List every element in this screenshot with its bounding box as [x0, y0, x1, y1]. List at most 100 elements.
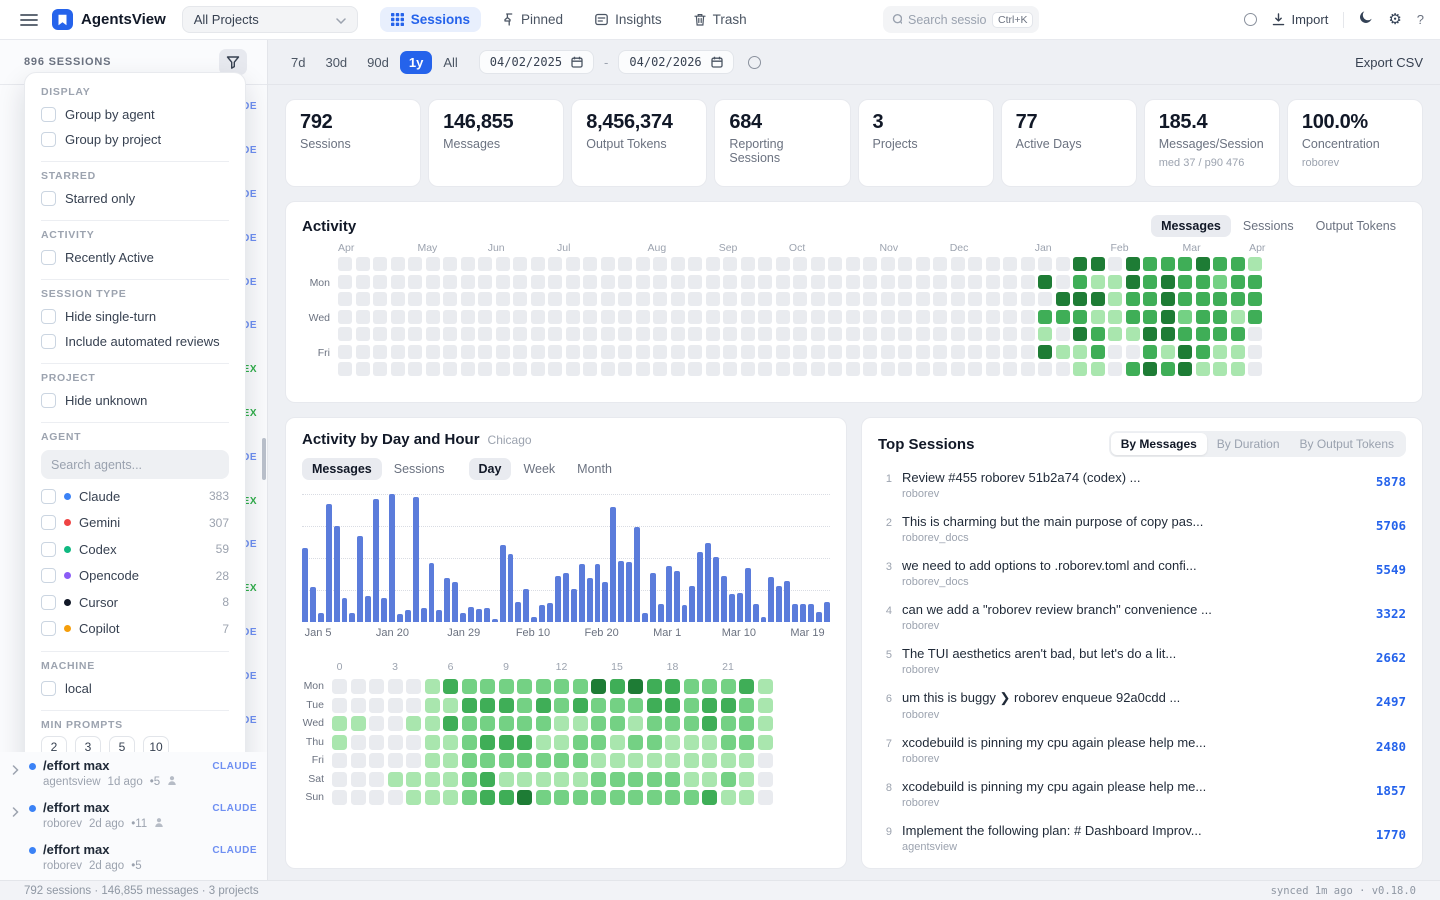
- top-session-row[interactable]: 6 um this is buggy ❯ roborev enqueue 92a…: [878, 682, 1406, 727]
- month-label: Apr: [338, 242, 354, 254]
- checkbox[interactable]: [41, 309, 56, 324]
- top-session-row[interactable]: 10 it seems like codex is struggling to …: [878, 859, 1406, 869]
- checkbox[interactable]: [41, 334, 56, 349]
- activity-day-cell: [1196, 275, 1210, 289]
- activity-day-cell: [1178, 275, 1192, 289]
- chevron-right-icon[interactable]: [12, 758, 22, 780]
- filter-checkbox-row[interactable]: Starred only: [41, 186, 229, 211]
- top-session-row[interactable]: 1 Review #455 roborev 51b2a74 (codex) ..…: [878, 462, 1406, 506]
- top-session-row[interactable]: 7 xcodebuild is pinning my cpu again ple…: [878, 727, 1406, 771]
- filter-checkbox-row[interactable]: Hide single-turn: [41, 304, 229, 329]
- session-list-item[interactable]: /effort max roborev 2d ago •5 CLAUDE: [0, 836, 267, 878]
- checkbox[interactable]: [41, 489, 56, 504]
- agent-filter-row[interactable]: Gemini 307: [41, 510, 229, 537]
- agent-search-input[interactable]: [41, 450, 229, 479]
- activity-day-cell: [1143, 345, 1157, 359]
- refresh-icon[interactable]: [748, 56, 761, 69]
- top-session-row[interactable]: 5 The TUI aesthetics aren't bad, but let…: [878, 638, 1406, 682]
- filter-checkbox-row[interactable]: Hide unknown: [41, 388, 229, 413]
- filter-checkbox-row[interactable]: Include automated reviews: [41, 329, 229, 354]
- activity-day-cell: [1196, 257, 1210, 271]
- range-button[interactable]: 7d: [282, 51, 314, 74]
- range-button[interactable]: 30d: [316, 51, 356, 74]
- section-divider: [41, 422, 229, 423]
- filter-checkbox-row[interactable]: local: [41, 676, 229, 701]
- checkbox[interactable]: [41, 250, 56, 265]
- activity-tab[interactable]: Messages: [1151, 215, 1231, 237]
- range-button[interactable]: 1y: [400, 51, 432, 74]
- settings-button[interactable]: ⚙: [1388, 12, 1401, 27]
- theme-toggle-button[interactable]: [1359, 10, 1373, 29]
- checkbox[interactable]: [41, 621, 56, 636]
- checkbox[interactable]: [41, 191, 56, 206]
- activity-day-cell: [461, 362, 475, 376]
- search-icon: [892, 13, 902, 26]
- export-csv-button[interactable]: Export CSV: [1355, 55, 1423, 70]
- agent-filter-row[interactable]: Copilot 7: [41, 616, 229, 643]
- top-sessions-tab[interactable]: By Messages: [1111, 433, 1207, 455]
- project-selector[interactable]: All Projects: [182, 6, 358, 33]
- checkbox[interactable]: [41, 568, 56, 583]
- granularity-tab[interactable]: Month: [567, 458, 622, 480]
- hour-cell: [721, 679, 736, 694]
- top-session-row[interactable]: 2 This is charming but the main purpose …: [878, 506, 1406, 550]
- top-session-row[interactable]: 8 xcodebuild is pinning my cpu again ple…: [878, 771, 1406, 815]
- agent-filter-row[interactable]: Claude 383: [41, 483, 229, 510]
- section-divider: [41, 363, 229, 364]
- import-button[interactable]: Import: [1272, 12, 1328, 27]
- range-button[interactable]: 90d: [358, 51, 398, 74]
- checkbox[interactable]: [41, 595, 56, 610]
- activity-day-cell: [653, 310, 667, 324]
- agent-filter-row[interactable]: Cursor 8: [41, 589, 229, 616]
- top-sessions-tab[interactable]: By Output Tokens: [1290, 433, 1405, 455]
- sidebar-scrollbar[interactable]: [262, 438, 266, 480]
- brand[interactable]: AgentsView: [52, 9, 166, 30]
- activity-day-cell: [671, 257, 685, 271]
- checkbox[interactable]: [41, 393, 56, 408]
- nav-tab[interactable]: Pinned: [491, 7, 574, 32]
- nav-tab[interactable]: Insights: [584, 7, 673, 32]
- nav-tab[interactable]: Trash: [683, 7, 758, 32]
- checkbox[interactable]: [41, 542, 56, 557]
- filter-checkbox-row[interactable]: Recently Active: [41, 245, 229, 270]
- activity-tab[interactable]: Sessions: [1233, 215, 1304, 237]
- date-input-to[interactable]: 04/02/2026: [618, 50, 733, 74]
- hour-cell: [702, 772, 717, 787]
- help-button[interactable]: ?: [1417, 12, 1424, 27]
- top-session-row[interactable]: 9 Implement the following plan: # Dashbo…: [878, 815, 1406, 859]
- session-list-item[interactable]: /effort max roborev 2d ago •11 CLAUDE: [0, 794, 267, 836]
- search-input[interactable]: [908, 13, 986, 27]
- chevron-right-icon[interactable]: [12, 800, 22, 822]
- search-box[interactable]: Ctrl+K: [883, 6, 1039, 33]
- top-sessions-tab[interactable]: By Duration: [1207, 433, 1290, 455]
- session-rank: 10: [878, 867, 892, 869]
- granularity-tab[interactable]: Week: [513, 458, 565, 480]
- filter-checkbox-row[interactable]: Group by agent: [41, 102, 229, 127]
- activity-day-cell: [461, 275, 475, 289]
- status-summary: 792 sessions · 146,855 messages · 3 proj…: [24, 885, 259, 897]
- top-session-row[interactable]: 3 we need to add options to .roborev.tom…: [878, 550, 1406, 594]
- session-count: •5: [150, 776, 160, 788]
- session-list-item[interactable]: /effort max agentsview 1d ago •5 CLAUDE: [0, 752, 267, 794]
- nav-tab[interactable]: Sessions: [380, 7, 481, 32]
- filter-checkbox-row[interactable]: Group by project: [41, 127, 229, 152]
- agent-filter-row[interactable]: Opencode 28: [41, 563, 229, 590]
- checkbox[interactable]: [41, 107, 56, 122]
- metric-tab[interactable]: Sessions: [384, 458, 455, 480]
- date-input-from[interactable]: 04/02/2025: [479, 50, 594, 74]
- activity-tab[interactable]: Output Tokens: [1306, 215, 1406, 237]
- checkbox[interactable]: [41, 132, 56, 147]
- checkbox[interactable]: [41, 515, 56, 530]
- month-label: Oct: [789, 242, 805, 254]
- top-session-row[interactable]: 4 can we add a "roborev review branch" c…: [878, 594, 1406, 638]
- range-button[interactable]: All: [434, 51, 466, 74]
- metric-tab[interactable]: Messages: [302, 458, 382, 480]
- menu-button[interactable]: [16, 7, 42, 33]
- activity-day-cell: [1178, 292, 1192, 306]
- hour-cell: [647, 735, 662, 750]
- agent-filter-row[interactable]: Codex 59: [41, 536, 229, 563]
- granularity-tab[interactable]: Day: [469, 458, 512, 480]
- month-label: Feb: [1110, 242, 1128, 254]
- checkbox[interactable]: [41, 681, 56, 696]
- daily-bar: [626, 562, 632, 622]
